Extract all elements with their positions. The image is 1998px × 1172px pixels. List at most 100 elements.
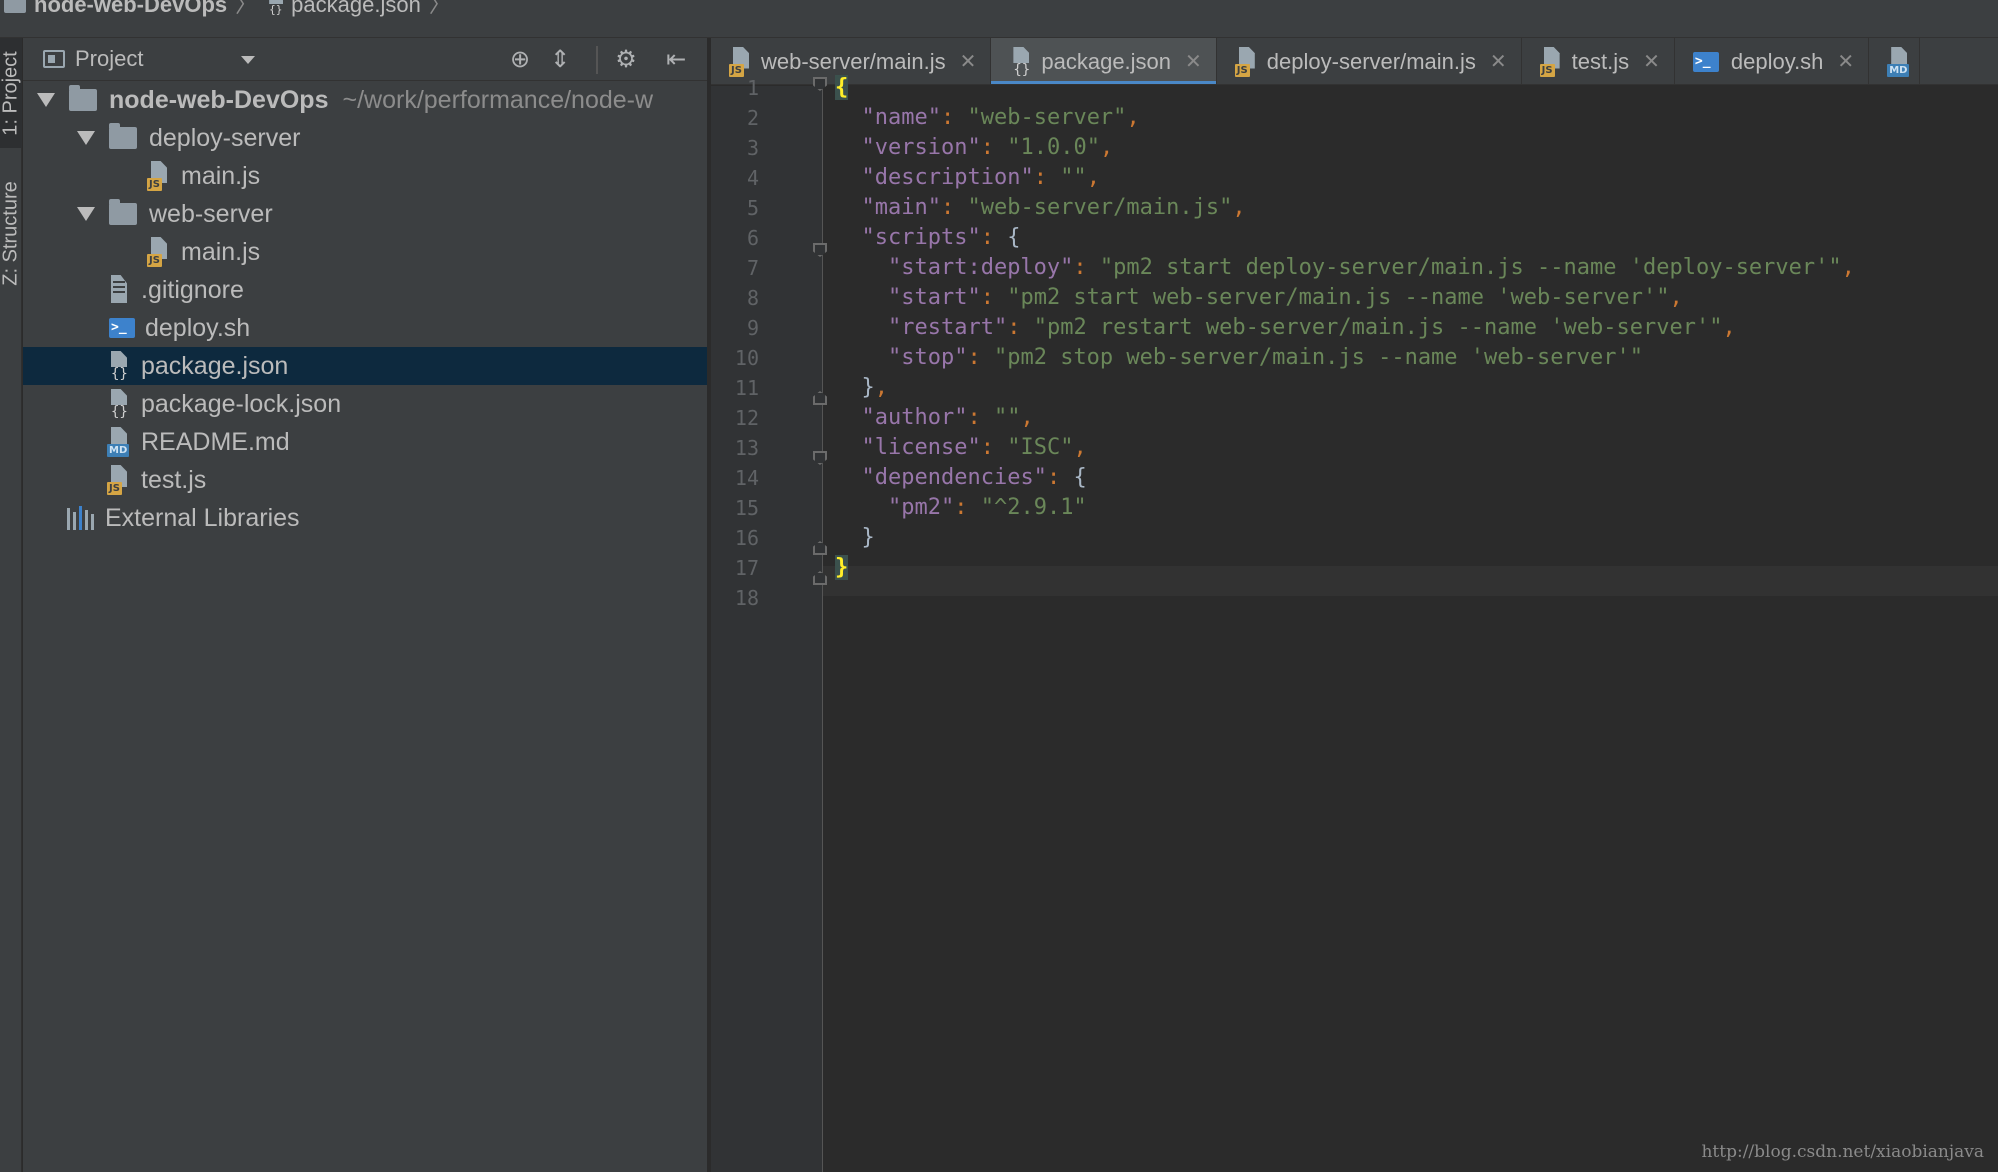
line-number: 6: [746, 226, 759, 250]
tree-item-test-js[interactable]: JS test.js: [23, 461, 707, 499]
tree-item-external-libraries[interactable]: External Libraries: [23, 499, 707, 537]
json-file-icon: {}: [1009, 46, 1033, 77]
code-line: "name": "web-server",: [861, 105, 1140, 130]
tree-item-package-lock-json[interactable]: {} package-lock.json: [23, 385, 707, 423]
code-line: "start:deploy": "pm2 start deploy-server…: [887, 255, 1855, 280]
json-file-icon: {}: [107, 389, 131, 419]
code-line: "license": "ISC",: [861, 435, 1087, 460]
left-tool-strip: 1: Project Z: Structure: [0, 38, 22, 1172]
expand-arrow-icon[interactable]: [37, 93, 55, 107]
tree-item-web-server-main-js[interactable]: JS main.js: [23, 233, 707, 271]
caret-line-highlight: [823, 566, 1998, 596]
line-number: 3: [746, 136, 759, 160]
js-file-icon: JS: [729, 46, 753, 77]
code-line: "dependencies": {: [861, 465, 1087, 490]
json-file-icon: {}: [265, 0, 285, 15]
close-icon[interactable]: ✕: [1837, 49, 1854, 74]
editor-tabs: JS web-server/main.js ✕ {} package.json …: [711, 38, 1998, 85]
tree-item-label: main.js: [181, 237, 261, 266]
line-number: 8: [746, 286, 759, 310]
code-line: "pm2": "^2.9.1": [887, 495, 1087, 520]
line-number: 4: [746, 166, 759, 190]
line-number: 14: [734, 466, 759, 490]
line-number: 5: [746, 196, 759, 220]
line-number: 7: [746, 256, 759, 280]
breadcrumb-project-label: node-web-DevOps: [34, 0, 228, 17]
code-line: {: [835, 75, 849, 100]
breadcrumb-file[interactable]: {} package.json: [265, 0, 421, 17]
code-line: "version": "1.0.0",: [861, 135, 1114, 160]
line-number: 15: [734, 496, 759, 520]
navigation-bar: node-web-DevOps 〉 {} package.json 〉: [0, 0, 1998, 38]
json-file-icon: {}: [107, 351, 131, 381]
breadcrumb-separator: 〉: [235, 0, 258, 17]
tree-item-readme-md[interactable]: MD README.md: [23, 423, 707, 461]
tree-item-label: web-server: [149, 199, 273, 228]
tab-deploy-sh[interactable]: >_ deploy.sh ✕: [1675, 38, 1870, 84]
code-line: "description": "",: [861, 165, 1100, 190]
expand-arrow-icon[interactable]: [77, 131, 95, 145]
line-number: 12: [734, 406, 759, 430]
tab-deploy-server-main-js[interactable]: JS deploy-server/main.js ✕: [1217, 38, 1522, 84]
js-file-icon: JS: [107, 465, 131, 495]
expand-arrow-icon[interactable]: [77, 207, 95, 221]
tree-item-label: main.js: [181, 161, 261, 190]
tree-root[interactable]: node-web-DevOps ~/work/performance/node-…: [23, 81, 707, 119]
chevron-down-icon[interactable]: [241, 56, 255, 64]
collapse-all-icon[interactable]: ⇕: [547, 47, 573, 73]
tree-item-label: test.js: [141, 465, 207, 494]
code-line: "author": "",: [861, 405, 1034, 430]
tree-item-label: External Libraries: [105, 503, 300, 532]
close-icon[interactable]: ✕: [1185, 49, 1202, 74]
js-file-icon: JS: [147, 161, 171, 191]
code-line: "restart": "pm2 restart web-server/main.…: [887, 315, 1736, 340]
js-file-icon: JS: [1539, 46, 1564, 77]
tree-item-gitignore[interactable]: .gitignore: [23, 271, 707, 309]
tab-readme-md-partial[interactable]: MD: [1869, 38, 1921, 84]
breadcrumb-project[interactable]: node-web-DevOps: [4, 0, 227, 17]
close-icon[interactable]: ✕: [1643, 49, 1660, 74]
tab-test-js[interactable]: JS test.js ✕: [1522, 38, 1675, 84]
tool-window-tab-project-label: 1: Project: [0, 50, 22, 136]
tree-item-package-json[interactable]: {} package.json: [23, 347, 707, 385]
line-number: 17: [734, 556, 759, 580]
line-number: 16: [734, 526, 759, 550]
locate-icon[interactable]: ⊕: [507, 47, 533, 73]
code-line: "main": "web-server/main.js",: [861, 195, 1246, 220]
code-line: "start": "pm2 start web-server/main.js -…: [887, 285, 1683, 310]
folder-icon: [109, 199, 137, 225]
tab-label: test.js: [1571, 48, 1630, 74]
close-icon[interactable]: ✕: [1490, 49, 1507, 74]
tab-label: web-server/main.js: [761, 48, 946, 74]
folder-icon: [4, 0, 26, 13]
project-tree: node-web-DevOps ~/work/performance/node-…: [23, 81, 707, 537]
text-file-icon: [107, 275, 131, 305]
js-file-icon: JS: [147, 237, 171, 267]
tree-root-path: ~/work/performance/node-w: [342, 85, 654, 114]
line-number: 2: [746, 106, 759, 130]
libraries-icon: [67, 506, 95, 530]
tree-item-label: deploy-server: [149, 123, 301, 152]
project-panel-title[interactable]: Project: [75, 46, 143, 72]
tree-item-label: package.json: [141, 351, 289, 380]
hide-panel-icon[interactable]: ⇤: [663, 47, 689, 73]
folder-icon: [109, 123, 137, 149]
tree-item-deploy-sh[interactable]: >_ deploy.sh: [23, 309, 707, 347]
tree-item-deploy-server-main-js[interactable]: JS main.js: [23, 157, 707, 195]
markdown-file-icon: MD: [1887, 46, 1911, 77]
code-editor[interactable]: 1 2 3 4 5 6 7 8 9 10 11 12 13 14 15 16 1…: [711, 75, 1998, 1172]
shell-script-icon: >_: [109, 318, 135, 338]
gear-icon[interactable]: ⚙: [613, 47, 639, 73]
line-number: 1: [746, 76, 759, 100]
markdown-file-icon: MD: [107, 427, 131, 457]
tree-item-web-server[interactable]: web-server: [23, 195, 707, 233]
tool-window-tab-structure[interactable]: Z: Structure: [0, 168, 22, 298]
tab-package-json[interactable]: {} package.json ✕: [991, 38, 1217, 84]
close-icon[interactable]: ✕: [960, 49, 977, 74]
tool-window-tab-project[interactable]: 1: Project: [0, 38, 22, 148]
line-number: 13: [734, 436, 759, 460]
line-number: 10: [734, 346, 759, 370]
breadcrumb-file-label: package.json: [291, 0, 421, 17]
tree-item-deploy-server[interactable]: deploy-server: [23, 119, 707, 157]
tree-item-label: README.md: [141, 427, 290, 456]
